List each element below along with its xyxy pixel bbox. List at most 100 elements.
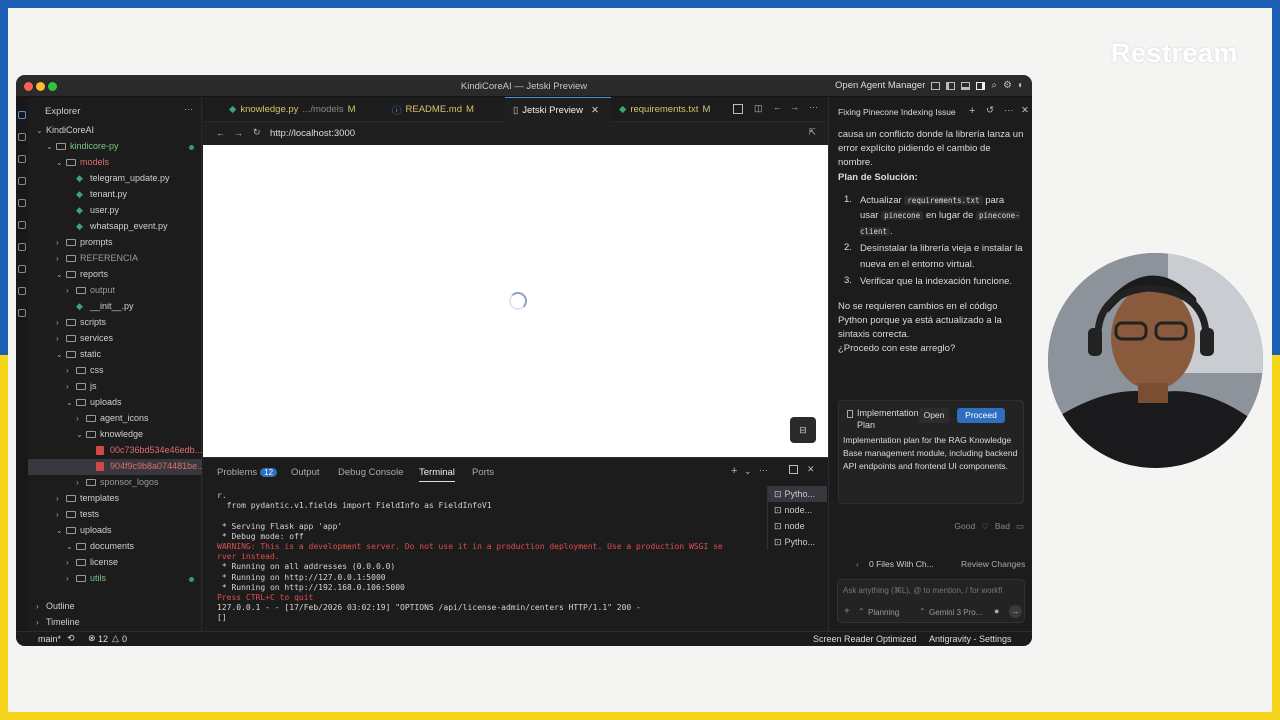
send-icon[interactable]: → xyxy=(1009,605,1022,618)
chat-input-box[interactable]: Ask anything (⌘L), @ to mention, / for w… xyxy=(837,579,1025,623)
secondary-sidebar-icon[interactable] xyxy=(976,81,986,90)
thumbs-up-icon[interactable]: ♡ xyxy=(981,521,989,532)
model-selector[interactable]: Gemini 3 Pro... xyxy=(929,608,982,617)
chevron-left-icon[interactable]: ‹ xyxy=(856,559,859,569)
tree-item[interactable]: › tests xyxy=(28,507,202,523)
tree-item[interactable]: › output xyxy=(28,283,202,299)
tree-item[interactable]: ⌄ knowledge xyxy=(28,427,202,443)
tree-root[interactable]: ⌄ KindiCoreAI xyxy=(28,123,202,139)
search-activity-icon[interactable] xyxy=(18,133,26,141)
back-icon[interactable]: ← xyxy=(773,102,782,112)
tree-item[interactable]: ◆ whatsapp_event.py xyxy=(28,219,202,235)
outline-section[interactable]: › Outline xyxy=(28,599,202,615)
terminal-output[interactable]: r. from pydantic.v1.fields import FieldI… xyxy=(217,491,757,624)
tab-readme[interactable]: ⓘ README.md M xyxy=(392,97,500,122)
mode-selector[interactable]: Planning xyxy=(868,608,899,617)
good-button[interactable]: Good xyxy=(954,521,975,532)
reload-icon[interactable]: ↻ xyxy=(253,127,261,138)
split-editor-icon[interactable] xyxy=(733,104,743,114)
tree-item[interactable]: › sponsor_logos xyxy=(28,475,202,491)
new-terminal-icon[interactable]: + xyxy=(731,465,737,477)
layout-icon[interactable] xyxy=(931,81,941,90)
tab-ports[interactable]: Ports xyxy=(472,467,494,478)
preview-dock-button[interactable]: ⊟ xyxy=(790,417,816,443)
nav-forward-icon[interactable]: → xyxy=(234,128,243,138)
add-chat-icon[interactable]: + xyxy=(969,105,975,117)
extensions-activity-icon[interactable] xyxy=(18,199,26,207)
tree-item[interactable]: › utils xyxy=(28,571,202,587)
terminal-instance[interactable]: ⊡ node xyxy=(768,518,827,534)
search-icon[interactable]: ⌕ xyxy=(991,80,997,91)
error-count[interactable]: 12 xyxy=(98,634,108,644)
tree-item[interactable]: ◆ tenant.py xyxy=(28,187,202,203)
tree-item[interactable]: › agent_icons xyxy=(28,411,202,427)
tab-jetski-preview[interactable]: ▯ Jetski Preview ✕ xyxy=(505,97,611,122)
tab-terminal[interactable]: Terminal xyxy=(419,467,455,482)
maximize-panel-icon[interactable] xyxy=(789,465,798,474)
agent-activity-icon[interactable] xyxy=(18,309,26,317)
add-context-icon[interactable]: + xyxy=(844,606,850,617)
tree-item[interactable]: › css xyxy=(28,363,202,379)
settings-status[interactable]: Antigravity - Settings xyxy=(929,634,1012,644)
sync-icon[interactable]: ⟲ xyxy=(67,633,75,644)
tree-item[interactable]: › templates xyxy=(28,491,202,507)
more-actions-icon[interactable]: ··· xyxy=(184,104,193,114)
microphone-icon[interactable]: ● xyxy=(994,606,999,616)
close-tab-icon[interactable]: ✕ xyxy=(591,105,599,116)
tree-item[interactable]: › license xyxy=(28,555,202,571)
close-panel-icon[interactable]: ✕ xyxy=(1021,105,1029,116)
tree-item[interactable]: › services xyxy=(28,331,202,347)
source-control-activity-icon[interactable] xyxy=(18,155,26,163)
preview-viewport[interactable]: ⊟ xyxy=(203,145,828,457)
open-button[interactable]: Open xyxy=(919,408,949,423)
tab-debug-console[interactable]: Debug Console xyxy=(338,467,404,478)
testing-activity-icon[interactable] xyxy=(18,221,26,229)
review-changes-button[interactable]: Review Changes xyxy=(961,559,1025,569)
tree-item[interactable]: › scripts xyxy=(28,315,202,331)
account-icon[interactable]: ◐ xyxy=(1018,80,1024,91)
screen-reader-status[interactable]: Screen Reader Optimized xyxy=(813,634,917,644)
docker-activity-icon[interactable] xyxy=(18,265,26,273)
tree-item[interactable]: ⌄ kindicore-py xyxy=(28,139,202,155)
nav-back-icon[interactable]: ← xyxy=(216,128,225,138)
more-actions-icon[interactable]: ··· xyxy=(759,465,768,475)
terminal-instance[interactable]: ⊡ Pytho... xyxy=(768,486,827,502)
warning-count[interactable]: 0 xyxy=(122,634,127,644)
warning-icon[interactable]: △ xyxy=(112,633,119,644)
terminal-instance[interactable]: ⊡ node... xyxy=(768,502,827,518)
tab-knowledge-py[interactable]: ◆ knowledge.py .../models M xyxy=(229,97,385,122)
terminal-instance[interactable]: ⊡ Pytho... xyxy=(768,534,827,550)
history-icon[interactable]: ↺ xyxy=(986,105,994,116)
more-actions-icon[interactable]: ··· xyxy=(1004,105,1014,116)
tree-item[interactable]: ◆ user.py xyxy=(28,203,202,219)
gear-icon[interactable]: ⚙ xyxy=(1003,80,1012,91)
remote-activity-icon[interactable] xyxy=(18,243,26,251)
tree-item[interactable]: › prompts xyxy=(28,235,202,251)
open-external-icon[interactable]: ⇱ xyxy=(808,127,816,138)
tree-item[interactable]: 00c736bd534e46edb... xyxy=(28,443,202,459)
tree-item[interactable]: ⌄ static xyxy=(28,347,202,363)
url-field[interactable]: http://localhost:3000 xyxy=(270,128,355,139)
proceed-button[interactable]: Proceed xyxy=(957,408,1005,423)
panel-toggle-icon[interactable] xyxy=(961,81,971,90)
tab-problems[interactable]: Problems 12 xyxy=(217,467,278,478)
tree-item[interactable]: ◆ telegram_update.py xyxy=(28,171,202,187)
open-agent-manager-button[interactable]: Open Agent Manager xyxy=(835,80,925,91)
tree-item[interactable]: ⌄ uploads xyxy=(28,395,202,411)
tree-item[interactable]: ⌄ models xyxy=(28,155,202,171)
tree-item[interactable]: ⌄ uploads xyxy=(28,523,202,539)
bad-button[interactable]: Bad xyxy=(995,521,1010,532)
sidebar-toggle-icon[interactable] xyxy=(946,81,956,90)
columns-icon[interactable]: ◫ xyxy=(754,103,763,114)
chat-input[interactable]: Ask anything (⌘L), @ to mention, / for w… xyxy=(843,586,1023,595)
explorer-activity-icon[interactable] xyxy=(18,111,26,119)
tree-item[interactable]: ⌄ documents xyxy=(28,539,202,555)
branch-status[interactable]: main* xyxy=(38,634,61,644)
terminal-dropdown-icon[interactable]: ⌄ xyxy=(744,466,752,477)
tree-item[interactable]: ◆ __init__.py xyxy=(28,299,202,315)
tab-requirements[interactable]: ◆ requirements.txt M xyxy=(619,97,731,122)
forward-icon[interactable]: → xyxy=(790,102,799,112)
tree-item[interactable]: › js xyxy=(28,379,202,395)
tab-output[interactable]: Output xyxy=(291,467,320,478)
tree-item[interactable]: › REFERENCIA xyxy=(28,251,202,267)
